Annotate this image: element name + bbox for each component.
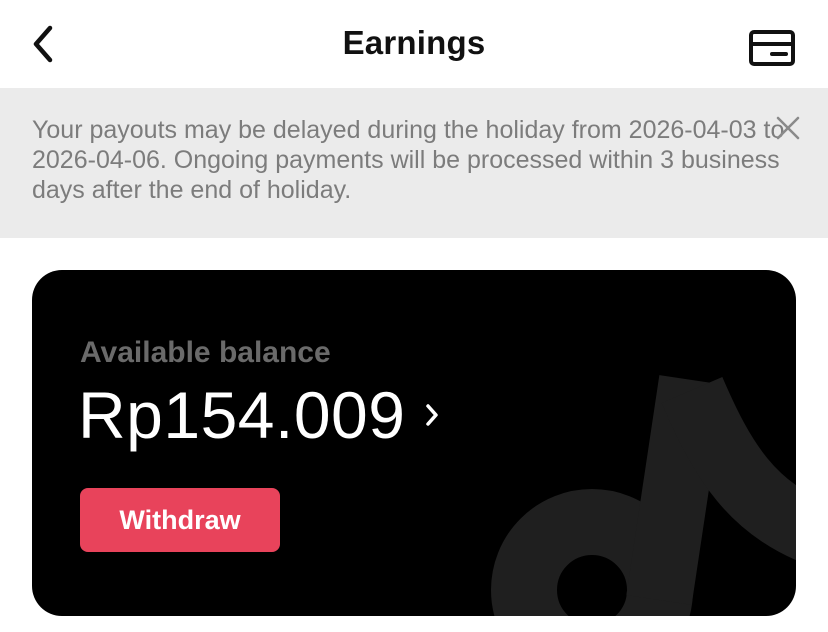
balance-card: Available balance Rp154.009 Withdraw [32,270,796,616]
holiday-notice-text: Your payouts may be delayed during the h… [32,116,785,204]
payment-methods-button[interactable] [748,28,796,68]
close-icon [776,116,800,140]
balance-details-link[interactable]: Rp154.009 [78,378,441,452]
holiday-notice-banner: Your payouts may be delayed during the h… [0,88,828,238]
chevron-right-icon [426,404,439,426]
top-bar: Earnings [0,0,828,88]
balance-label: Available balance [80,336,331,369]
balance-amount: Rp154.009 [78,378,406,452]
page-title: Earnings [342,24,486,61]
banner-close-button[interactable] [774,114,802,142]
withdraw-button[interactable]: Withdraw [80,488,280,552]
credit-card-icon [749,30,795,66]
